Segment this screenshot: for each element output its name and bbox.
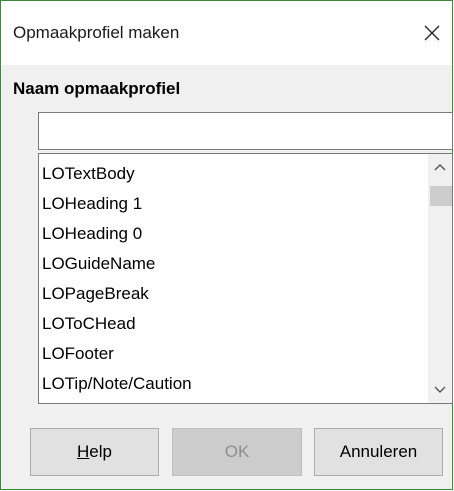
scroll-up-icon[interactable] [428,156,452,178]
dialog-window: Opmaakprofiel maken Naam opmaakprofiel L… [0,0,453,490]
dialog-title: Opmaakprofiel maken [13,23,180,42]
list-item[interactable]: LOHeading 1 [39,189,428,219]
scroll-down-icon[interactable] [428,379,452,401]
ok-button[interactable]: OK [172,428,302,476]
style-name-input[interactable] [38,112,453,150]
close-icon[interactable] [416,17,448,49]
list-item[interactable]: LOTip/Note/Caution [39,369,428,399]
vertical-scrollbar[interactable] [428,154,452,403]
list-item[interactable]: LOPageBreak [39,279,428,309]
styles-listbox[interactable]: LOTextBody LOHeading 1 LOHeading 0 LOGui… [38,153,453,404]
list-item[interactable]: LOHeading 0 [39,219,428,249]
scrollbar-thumb[interactable] [430,186,452,206]
help-label: elp [89,442,112,461]
ok-label: OK [224,442,250,461]
title-bar: Opmaakprofiel maken [1,1,452,65]
list-item[interactable]: LOGuideName [39,249,428,279]
help-button[interactable]: Help [30,428,159,476]
list-item[interactable]: LOFooter [39,339,428,369]
list-item[interactable]: LOToCHead [39,309,428,339]
styles-list: LOTextBody LOHeading 1 LOHeading 0 LOGui… [39,154,428,403]
list-item[interactable]: LOTextBody [39,159,428,189]
cancel-button[interactable]: Annuleren [314,428,443,476]
help-mnemonic: H [77,442,90,461]
cancel-label: Annuleren [339,442,418,461]
style-name-label: Naam opmaakprofiel [13,79,181,98]
